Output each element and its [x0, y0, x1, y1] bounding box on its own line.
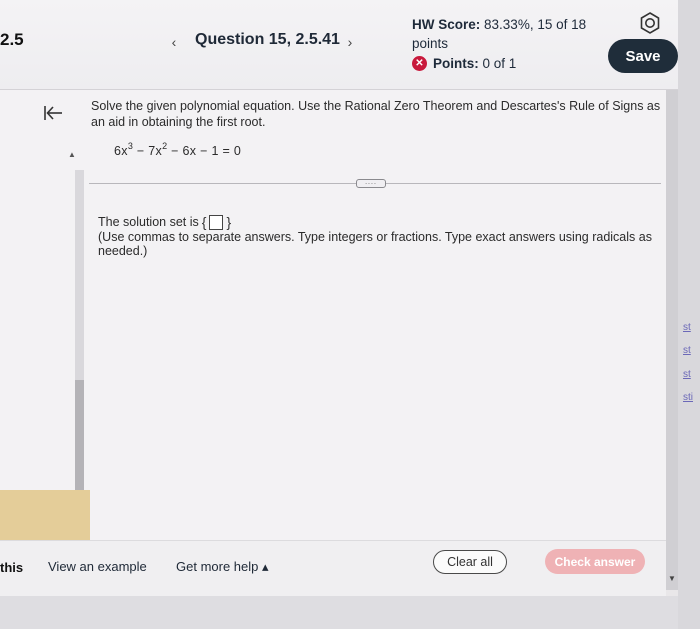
polynomial-equation: 6x3 − 7x2 − 6x − 1 = 0: [114, 141, 242, 159]
eq-term-3: − 6x − 1 = 0: [167, 144, 242, 159]
clear-all-button[interactable]: Clear all: [433, 550, 507, 574]
view-example-link[interactable]: View an example: [48, 559, 147, 574]
hw-score-unit: points: [412, 36, 449, 51]
bottom-edge: [0, 596, 678, 629]
scroll-down-icon[interactable]: ▼: [668, 574, 676, 583]
question-title: Question 15, 2.5.41: [195, 31, 340, 48]
section-number: 2.5: [0, 30, 24, 49]
eq-exp-1: 3: [127, 141, 134, 151]
answer-instructions: (Use commas to separate answers. Type in…: [98, 230, 652, 258]
eq-exp-2: 2: [162, 141, 168, 151]
question-prompt: Solve the given polynomial equation. Use…: [91, 99, 661, 129]
side-link[interactable]: st: [683, 322, 691, 333]
points-value: 0 of 1: [482, 56, 517, 71]
answer-input[interactable]: [209, 214, 224, 230]
side-link[interactable]: st: [683, 369, 691, 380]
points-label: Points:: [433, 56, 479, 71]
side-link[interactable]: st: [683, 345, 691, 356]
question-panel: ▲ Solve the given polynomial equation. U…: [0, 90, 666, 540]
scroll-track[interactable]: [75, 170, 84, 530]
get-more-help-link[interactable]: Get more help ▴: [176, 559, 269, 575]
partial-text: this: [0, 560, 24, 575]
scroll-up-icon[interactable]: ▲: [68, 150, 76, 159]
previous-question-button[interactable]: ‹: [164, 32, 184, 52]
side-highlight: [0, 490, 90, 540]
right-scrollbar[interactable]: ▼: [666, 90, 678, 590]
answer-prefix: The solution set is: [98, 215, 199, 229]
collapse-left-icon[interactable]: [43, 104, 63, 122]
answer-line: The solution set is { }: [98, 214, 231, 230]
right-edge-panel: [678, 0, 700, 629]
homework-screen: 2.5 ‹ Question 15, 2.5.41 › HW Score: 83…: [0, 0, 700, 629]
hw-score-value: 83.33%, 15 of 18: [484, 17, 587, 32]
eq-term-2: − 7x: [133, 144, 163, 159]
save-button[interactable]: Save: [608, 39, 678, 73]
next-question-button[interactable]: ›: [340, 32, 360, 52]
top-bar: 2.5 ‹ Question 15, 2.5.41 › HW Score: 83…: [0, 0, 700, 90]
side-link[interactable]: sti: [683, 392, 693, 403]
hw-score-label: HW Score:: [412, 17, 481, 32]
score-panel: HW Score: 83.33%, 15 of 18 points ✕ Poin…: [412, 15, 586, 73]
incorrect-icon: ✕: [412, 56, 427, 71]
eq-term-1: 6x: [114, 144, 128, 159]
brace-open: {: [201, 214, 207, 230]
brace-close: }: [226, 214, 232, 230]
left-scrollbar[interactable]: ▲: [66, 150, 84, 530]
check-answer-button[interactable]: Check answer: [545, 549, 645, 574]
expand-more-button[interactable]: ....: [356, 179, 386, 188]
settings-gear-icon[interactable]: [639, 12, 661, 34]
points-line: ✕ Points: 0 of 1: [412, 54, 586, 73]
bottom-bar: this View an example Get more help ▴ Cle…: [0, 540, 666, 596]
